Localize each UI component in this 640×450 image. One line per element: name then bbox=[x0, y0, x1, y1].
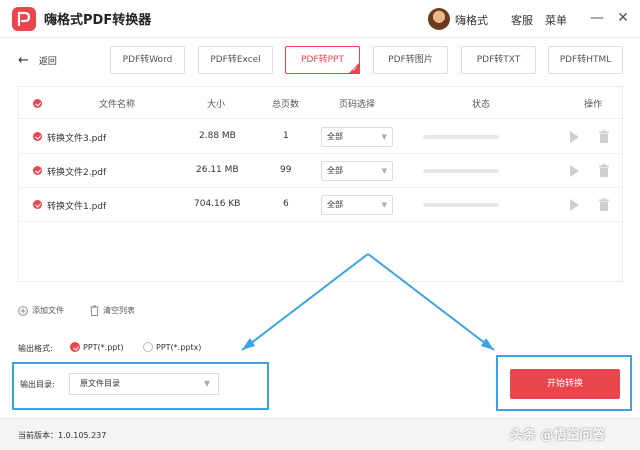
avatar[interactable] bbox=[428, 8, 450, 30]
arrow-left-icon: ← bbox=[18, 53, 29, 68]
page-range-select[interactable]: 全部 ▼ bbox=[321, 161, 393, 181]
radio-ppt[interactable] bbox=[70, 342, 80, 352]
check-icon: ✓ bbox=[352, 65, 358, 73]
header-range: 页码选择 bbox=[339, 100, 376, 110]
file-size: 704.16 KB bbox=[194, 199, 241, 209]
file-size: 2.88 MB bbox=[199, 131, 236, 141]
header-pages: 总页数 bbox=[272, 100, 300, 110]
radio-pptx-label[interactable]: PPT(*.pptx) bbox=[156, 343, 201, 352]
chevron-down-icon: ▼ bbox=[381, 201, 387, 209]
trash-icon bbox=[90, 305, 99, 316]
page-count: 1 bbox=[283, 131, 289, 141]
table-row: 转换文件3.pdf 2.88 MB 1 全部 ▼ bbox=[19, 120, 622, 154]
app-logo-icon bbox=[12, 7, 36, 31]
arrow-head-left bbox=[242, 338, 255, 350]
file-size: 26.11 MB bbox=[196, 165, 239, 175]
row-checkbox[interactable] bbox=[33, 200, 42, 209]
trash-icon[interactable] bbox=[599, 164, 609, 177]
play-icon[interactable] bbox=[570, 199, 579, 211]
tab-pdf-to-ppt[interactable]: PDF转PPT ✓ bbox=[285, 46, 360, 74]
page-count: 99 bbox=[280, 165, 292, 175]
add-file-button[interactable]: 添加文件 bbox=[18, 305, 64, 316]
play-icon[interactable] bbox=[570, 165, 579, 177]
watermark: 头条 @悟空问答 bbox=[510, 428, 606, 443]
select-all-checkbox[interactable] bbox=[33, 99, 42, 108]
tab-pdf-to-word[interactable]: PDF转Word bbox=[110, 46, 185, 74]
menu-link[interactable]: 菜单 bbox=[545, 12, 567, 28]
file-name: 转换文件2.pdf bbox=[47, 168, 107, 178]
output-dir-select[interactable]: 原文件目录 ▼ bbox=[69, 373, 219, 395]
header-actions: 操作 bbox=[584, 100, 603, 110]
file-name: 转换文件1.pdf bbox=[47, 202, 107, 212]
clear-list-button[interactable]: 清空列表 bbox=[90, 305, 135, 316]
file-name: 转换文件3.pdf bbox=[47, 134, 107, 144]
header-name: 文件名称 bbox=[99, 100, 136, 110]
output-format-label: 输出格式: bbox=[18, 344, 53, 353]
progress-bar bbox=[423, 169, 499, 173]
tab-label: PDF转PPT bbox=[301, 55, 344, 65]
file-table: 文件名称 大小 总页数 页码选择 状态 操作 转换文件3.pdf 2.88 MB… bbox=[18, 86, 623, 282]
radio-ppt-label[interactable]: PPT(*.ppt) bbox=[83, 343, 124, 352]
app-title: 嗨格式PDF转换器 bbox=[44, 13, 152, 28]
tab-pdf-to-excel[interactable]: PDF转Excel bbox=[198, 46, 273, 74]
username[interactable]: 嗨格式 bbox=[455, 12, 488, 28]
support-link[interactable]: 客服 bbox=[511, 12, 533, 28]
tab-pdf-to-image[interactable]: PDF转图片 bbox=[373, 46, 448, 74]
arrow-head-right bbox=[481, 338, 494, 350]
output-dir-label: 输出目录: bbox=[20, 380, 55, 389]
table-row: 转换文件2.pdf 26.11 MB 99 全部 ▼ bbox=[19, 154, 622, 188]
trash-icon[interactable] bbox=[599, 130, 609, 143]
radio-pptx[interactable] bbox=[143, 342, 153, 352]
table-row: 转换文件1.pdf 704.16 KB 6 全部 ▼ bbox=[19, 188, 622, 222]
table-header: 文件名称 大小 总页数 页码选择 状态 操作 bbox=[19, 87, 622, 119]
page-count: 6 bbox=[283, 199, 289, 209]
header-size: 大小 bbox=[207, 100, 226, 110]
chevron-down-icon: ▼ bbox=[381, 133, 387, 141]
minimize-button[interactable]: — bbox=[588, 9, 606, 27]
progress-bar bbox=[423, 203, 499, 207]
plus-circle-icon bbox=[18, 305, 28, 316]
version-text: 当前版本：1.0.105.237 bbox=[18, 431, 107, 440]
page-range-select[interactable]: 全部 ▼ bbox=[321, 127, 393, 147]
play-icon[interactable] bbox=[570, 131, 579, 143]
start-convert-button[interactable]: 开始转换 bbox=[510, 369, 620, 399]
chevron-down-icon: ▼ bbox=[203, 379, 210, 388]
close-button[interactable]: ✕ bbox=[614, 9, 632, 27]
trash-icon[interactable] bbox=[599, 198, 609, 211]
tab-pdf-to-html[interactable]: PDF转HTML bbox=[548, 46, 623, 74]
header-status: 状态 bbox=[472, 100, 491, 110]
row-checkbox[interactable] bbox=[33, 132, 42, 141]
back-button[interactable]: ← 返回 bbox=[18, 53, 57, 68]
progress-bar bbox=[423, 135, 499, 139]
row-checkbox[interactable] bbox=[33, 166, 42, 175]
chevron-down-icon: ▼ bbox=[381, 167, 387, 175]
tab-pdf-to-txt[interactable]: PDF转TXT bbox=[461, 46, 536, 74]
page-range-select[interactable]: 全部 ▼ bbox=[321, 195, 393, 215]
